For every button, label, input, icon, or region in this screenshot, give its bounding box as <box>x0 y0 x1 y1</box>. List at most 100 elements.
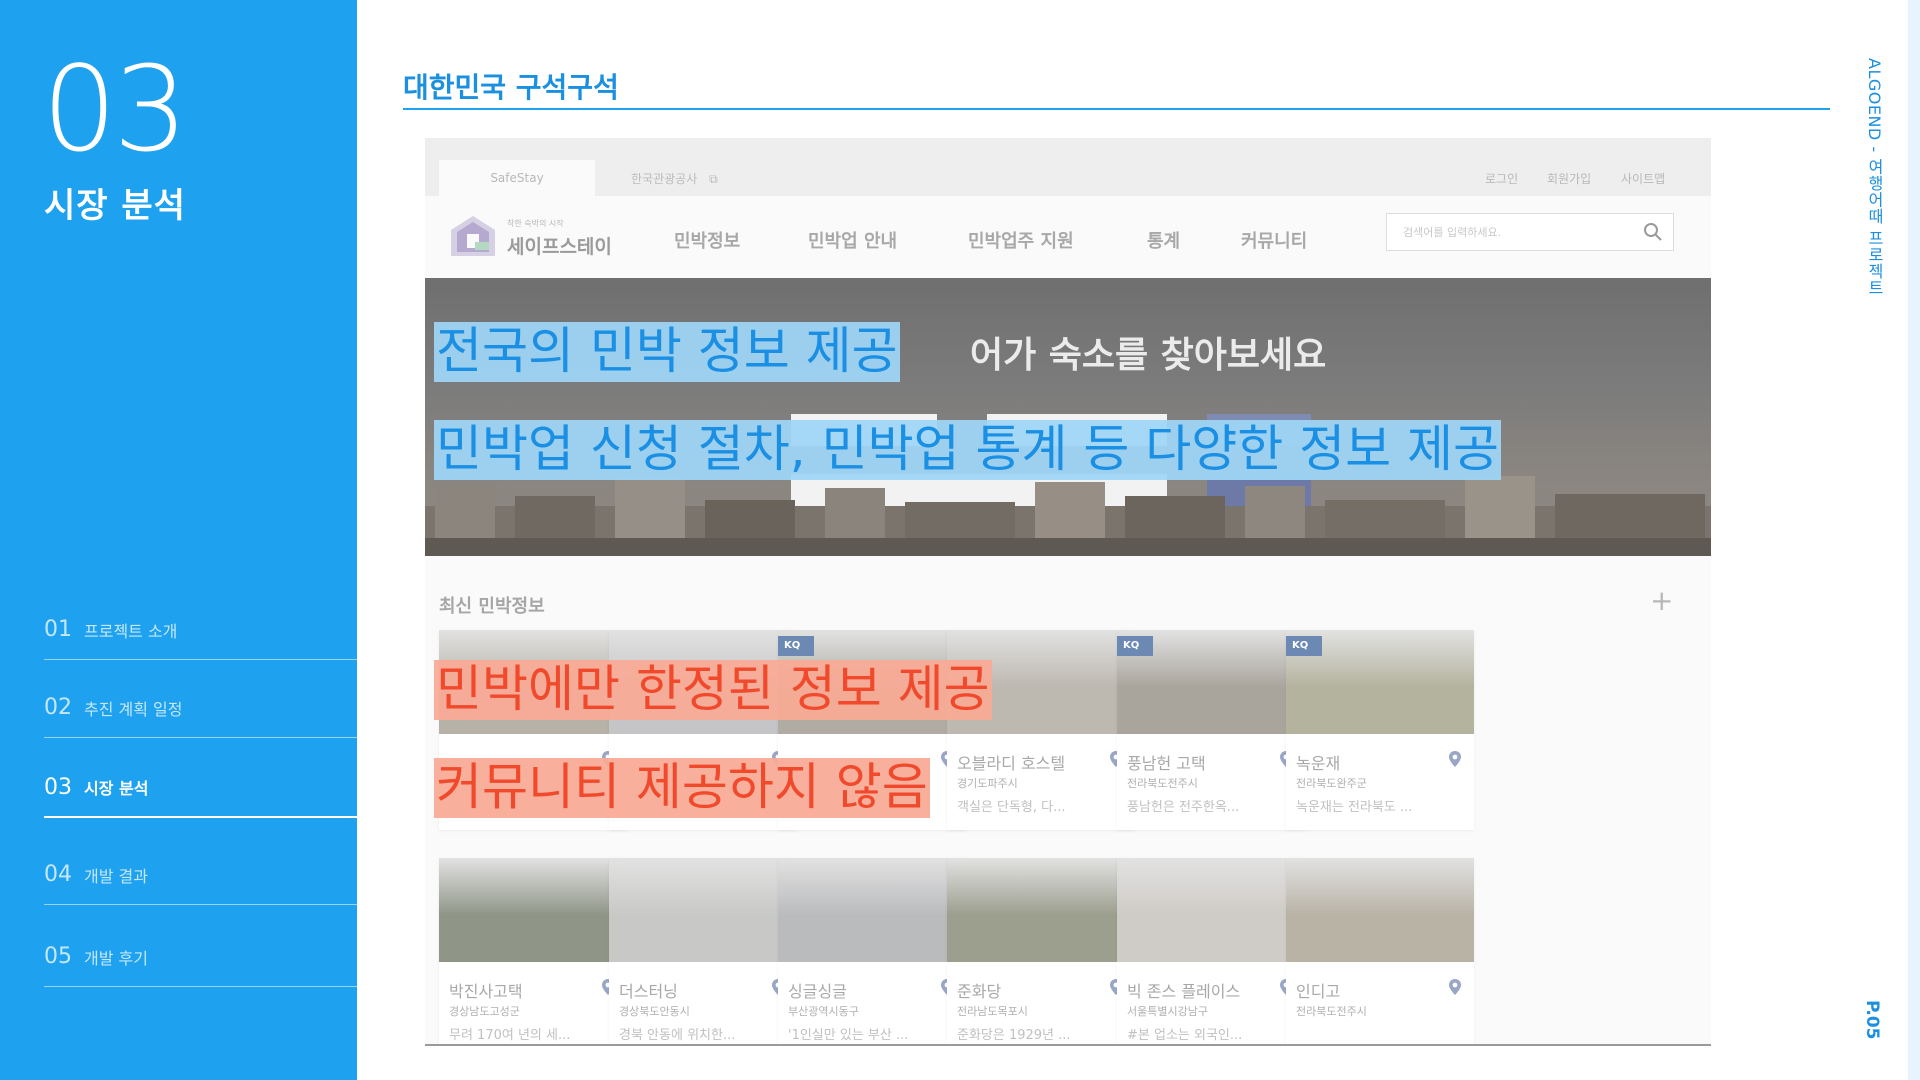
listing-photo[interactable] <box>439 858 627 962</box>
listing-card[interactable]: 인디고전라북도전주시 <box>1286 858 1474 1044</box>
right-edge-strip <box>1908 0 1920 1080</box>
external-link-icon: ⧉ <box>709 172 718 186</box>
section-number: 03 <box>42 40 188 178</box>
listing-name[interactable]: 인디고 <box>1296 978 1340 1002</box>
listing-photo[interactable] <box>947 858 1135 962</box>
listing-location: 전라남도목포시 <box>957 1005 1028 1018</box>
search-icon[interactable] <box>1643 222 1663 242</box>
listing-photo[interactable] <box>609 858 797 962</box>
nav-label: 개발 결과 <box>84 866 148 886</box>
menu-item-community[interactable]: 커뮤니티 <box>1241 227 1307 253</box>
listing-photo[interactable] <box>1286 858 1474 962</box>
site-topbar: SafeStay 한국관광공사 ⧉ 로그인 회원가입 사이트맵 <box>425 138 1711 196</box>
kq-badge: KQ <box>1117 636 1153 656</box>
nav-label: 프로젝트 소개 <box>84 621 178 641</box>
menu-item-statistics[interactable]: 통계 <box>1147 227 1180 253</box>
page-heading: 대한민국 구석구석 <box>403 71 619 104</box>
nav-number: 01 <box>44 617 72 642</box>
nav-item-02[interactable]: 02 추진 계획 일정 <box>44 678 357 738</box>
nav-number: 03 <box>44 774 72 800</box>
nav-item-04[interactable]: 04 개발 결과 <box>44 845 357 905</box>
listing-name[interactable]: 더스터닝 <box>619 978 678 1002</box>
listing-description: 풍남헌은 전주한옥... <box>1127 800 1240 815</box>
listing-location: 부산광역시동구 <box>788 1005 859 1018</box>
login-link[interactable]: 로그인 <box>1485 170 1518 187</box>
annotation-red-1: 민박에만 한정된 정보 제공 <box>434 660 992 720</box>
listing-description: 녹운재는 전라북도 ... <box>1296 800 1413 815</box>
page-number: P.05 <box>1862 1000 1882 1040</box>
listing-card[interactable]: KQ 풍남헌 고택전라북도전주시풍남헌은 전주한옥... <box>1117 630 1305 830</box>
slide: 03 시장 분석 01 프로젝트 소개 02 추진 계획 일정 03 시장 분석… <box>0 0 1920 1080</box>
menu-item-minbak-info[interactable]: 민박정보 <box>674 227 740 253</box>
map-pin-icon[interactable] <box>1448 750 1462 768</box>
listing-name[interactable]: 준화당 <box>957 978 1001 1002</box>
annotation-blue-1: 전국의 민박 정보 제공 <box>434 322 900 382</box>
site-search-box <box>1386 213 1674 251</box>
listing-location: 경상북도안동시 <box>619 1005 690 1018</box>
listing-description: '1인실만 있는 부산 ... <box>788 1028 909 1043</box>
listing-card[interactable]: 싱글싱글부산광역시동구 '1인실만 있는 부산 ... <box>778 858 966 1044</box>
menu-item-business-guide[interactable]: 민박업 안내 <box>808 227 897 253</box>
listing-card[interactable]: 박진사고택경상남도고성군무려 170여 년의 세... <box>439 858 627 1044</box>
listing-description: 객실은 단독형, 다... <box>957 800 1066 815</box>
listing-photo[interactable] <box>1117 858 1305 962</box>
listing-location: 경기도파주시 <box>957 777 1018 790</box>
hero-title: 어가 숙소를 찾아보세요 <box>970 335 1327 376</box>
nav-number: 02 <box>44 695 72 720</box>
heading-divider <box>403 108 1830 110</box>
listing-location: 서울특별시강남구 <box>1127 1005 1208 1018</box>
nav-item-03[interactable]: 03 시장 분석 <box>44 758 357 818</box>
recent-listings-title: 최신 민박정보 <box>439 596 545 617</box>
search-input[interactable] <box>1387 214 1627 250</box>
listing-name[interactable]: 빅 존스 플레이스 <box>1127 978 1240 1002</box>
annotation-red-2: 커뮤니티 제공하지 않음 <box>434 758 930 818</box>
nav-label: 시장 분석 <box>84 779 149 798</box>
signup-link[interactable]: 회원가입 <box>1547 170 1591 187</box>
logo-name[interactable]: 세이프스테이 <box>507 232 612 259</box>
listing-description: 경북 안동에 위치한... <box>619 1028 736 1043</box>
tab-kto[interactable]: 한국관광공사 ⧉ <box>631 170 718 187</box>
listing-name[interactable]: 오블라디 호스텔 <box>957 750 1065 774</box>
listing-location: 전라북도전주시 <box>1127 777 1198 790</box>
nav-label: 개발 후기 <box>84 948 148 968</box>
listing-photo[interactable]: KQ <box>1286 630 1474 734</box>
listing-description: 준화당은 1929년 ... <box>957 1028 1071 1043</box>
menu-item-owner-support[interactable]: 민박업주 지원 <box>968 227 1074 253</box>
listing-card[interactable]: 더스터닝경상북도안동시경북 안동에 위치한... <box>609 858 797 1044</box>
listing-location: 경상남도고성군 <box>449 1005 520 1018</box>
tab-safestay[interactable]: SafeStay <box>439 160 595 196</box>
hero-banner: 어가 숙소를 찾아보세요 <box>425 278 1711 556</box>
sitemap-link[interactable]: 사이트맵 <box>1621 170 1665 187</box>
listing-name[interactable]: 박진사고택 <box>449 978 523 1002</box>
listing-card[interactable]: KQ 녹운재전라북도완주군녹운재는 전라북도 ... <box>1286 630 1474 830</box>
listing-name[interactable]: 녹운재 <box>1296 750 1340 774</box>
listing-location: 전라북도완주군 <box>1296 777 1367 790</box>
more-plus-icon[interactable]: + <box>1650 584 1673 617</box>
listing-photo[interactable] <box>778 858 966 962</box>
listing-card[interactable]: 빅 존스 플레이스서울특별시강남구 #본 업소는 외국인... <box>1117 858 1305 1044</box>
listing-description: #본 업소는 외국인... <box>1127 1028 1243 1043</box>
map-pin-icon[interactable] <box>1448 978 1462 996</box>
nav-item-01[interactable]: 01 프로젝트 소개 <box>44 600 357 660</box>
tab-kto-label: 한국관광공사 <box>631 172 698 186</box>
logo-tagline: 착한 숙박의 시작 <box>507 219 564 228</box>
listing-description: 무려 170여 년의 세... <box>449 1028 571 1043</box>
website-screenshot: SafeStay 한국관광공사 ⧉ 로그인 회원가입 사이트맵 착한 숙박의 시… <box>425 138 1711 1046</box>
section-title: 시장 분석 <box>44 186 186 226</box>
kq-badge: KQ <box>1286 636 1322 656</box>
listing-location: 전라북도전주시 <box>1296 1005 1367 1018</box>
listing-card[interactable]: 준화당전라남도목포시준화당은 1929년 ... <box>947 858 1135 1044</box>
nav-number: 04 <box>44 862 72 887</box>
site-main-nav: 착한 숙박의 시작 세이프스테이 민박정보 민박업 안내 민박업주 지원 통계 … <box>425 196 1711 278</box>
safestay-logo-icon[interactable] <box>449 214 497 258</box>
annotation-blue-2: 민박업 신청 절차, 민박업 통계 등 다양한 정보 제공 <box>434 420 1502 480</box>
listing-name[interactable]: 싱글싱글 <box>788 978 847 1002</box>
listing-photo[interactable]: KQ <box>1117 630 1305 734</box>
kq-badge: KQ <box>778 636 814 656</box>
project-side-label: ALGOEND - 여행어때 프로젝트 <box>1865 58 1884 296</box>
nav-item-05[interactable]: 05 개발 후기 <box>44 927 357 987</box>
sidebar: 03 시장 분석 01 프로젝트 소개 02 추진 계획 일정 03 시장 분석… <box>0 0 357 1080</box>
nav-number: 05 <box>44 944 72 969</box>
nav-label: 추진 계획 일정 <box>84 699 183 719</box>
listing-name[interactable]: 풍남헌 고택 <box>1127 750 1206 774</box>
